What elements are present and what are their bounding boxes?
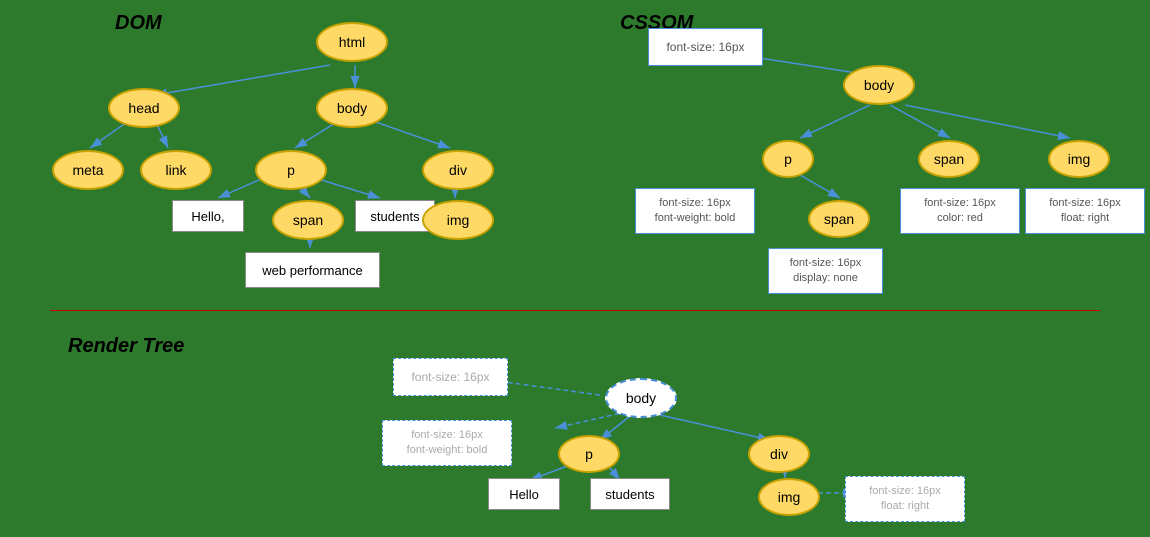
dom-hello-text: Hello, [172, 200, 244, 232]
cssom-span-inner-node: span [808, 200, 870, 238]
rt-img-node: img [758, 478, 820, 516]
cssom-p-props-box: font-size: 16pxfont-weight: bold [635, 188, 755, 234]
dom-div-node: div [422, 150, 494, 190]
rt-p-node: p [558, 435, 620, 473]
dom-title: DOM [115, 12, 162, 35]
dom-link-node: link [140, 150, 212, 190]
cssom-span-inner-props-box: font-size: 16pxdisplay: none [768, 248, 883, 294]
rt-p-props-box: font-size: 16pxfont-weight: bold [382, 420, 512, 466]
rt-students-text: students [590, 478, 670, 510]
dom-body-node: body [316, 88, 388, 128]
render-tree-title: Render Tree [68, 335, 184, 358]
cssom-img-props-box: font-size: 16pxfloat: right [1025, 188, 1145, 234]
dom-img-node: img [422, 200, 494, 240]
dom-meta-node: meta [52, 150, 124, 190]
dom-p-node: p [255, 150, 327, 190]
dom-html-node: html [316, 22, 388, 62]
rt-body-node: body [605, 378, 677, 418]
cssom-body-node: body [843, 65, 915, 105]
cssom-span-props-box: font-size: 16pxcolor: red [900, 188, 1020, 234]
dom-head-node: head [108, 88, 180, 128]
dom-span-node: span [272, 200, 344, 240]
rt-div-node: div [748, 435, 810, 473]
cssom-img-node: img [1048, 140, 1110, 178]
dom-web-perf-text: web performance [245, 252, 380, 288]
rt-hello-text: Hello [488, 478, 560, 510]
cssom-p-node: p [762, 140, 814, 178]
section-divider [50, 310, 1100, 311]
rt-body-font-box: font-size: 16px [393, 358, 508, 396]
cssom-span-node: span [918, 140, 980, 178]
cssom-body-font-box: font-size: 16px [648, 28, 763, 66]
rt-img-props-box: font-size: 16pxfloat: right [845, 476, 965, 522]
